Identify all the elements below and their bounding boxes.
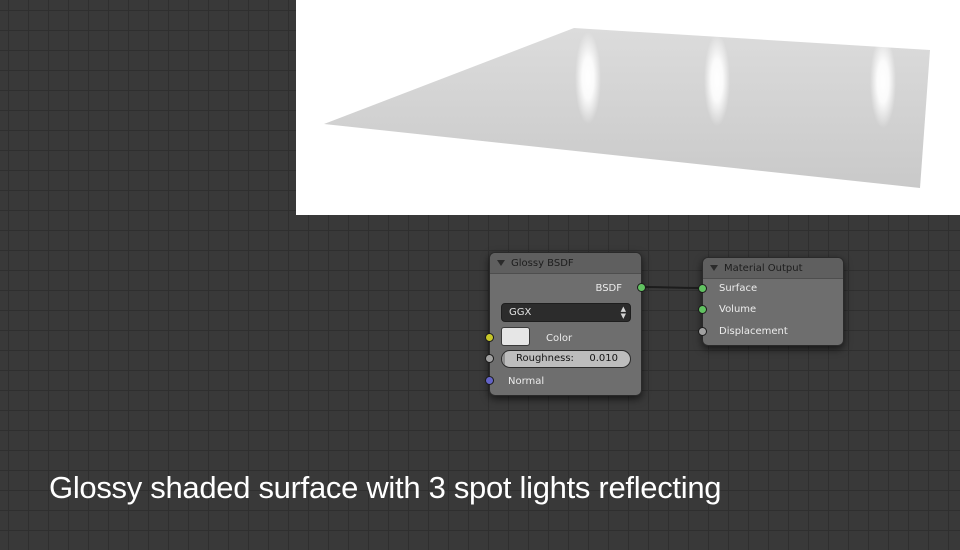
distribution-value: GGX (509, 307, 532, 318)
node-title: Glossy BSDF (511, 257, 574, 269)
surface-input-socket[interactable] (698, 284, 707, 293)
triangle-down-icon[interactable] (497, 260, 505, 266)
caption-text: Glossy shaded surface with 3 spot lights… (49, 470, 722, 505)
normal-input-socket[interactable] (485, 376, 494, 385)
spot-light-reflection (704, 34, 730, 126)
volume-input-socket[interactable] (698, 305, 707, 314)
displacement-input-socket[interactable] (698, 327, 707, 336)
render-image (324, 28, 930, 188)
node-title: Material Output (724, 262, 803, 274)
color-swatch[interactable] (501, 327, 530, 346)
spot-light-reflection (870, 36, 896, 128)
displacement-label: Displacement (719, 326, 788, 337)
node-header[interactable]: Material Output (703, 258, 843, 279)
glossy-bsdf-node[interactable]: Glossy BSDF BSDF GGX ▲ ▼ Color Roughness:… (485, 252, 646, 396)
roughness-slider-fill (502, 351, 505, 367)
updown-arrows-icon: ▲ ▼ (620, 305, 626, 320)
bsdf-output-label: BSDF (595, 283, 622, 294)
triangle-down-icon[interactable] (710, 265, 718, 271)
color-label: Color (546, 333, 573, 344)
color-input-socket[interactable] (485, 333, 494, 342)
node-header[interactable]: Glossy BSDF (490, 253, 641, 274)
roughness-label: Roughness: (516, 353, 574, 364)
surface-label: Surface (719, 283, 758, 294)
spot-light-reflection (575, 32, 601, 124)
roughness-value: 0.010 (589, 353, 618, 364)
bsdf-output-socket[interactable] (637, 283, 646, 292)
material-output-node[interactable]: Material Output Surface Volume Displacem… (698, 257, 844, 346)
glossy-plane (324, 28, 930, 188)
distribution-dropdown[interactable]: GGX ▲ ▼ (501, 303, 631, 322)
volume-label: Volume (719, 304, 757, 315)
render-preview (296, 0, 960, 215)
normal-label: Normal (508, 376, 545, 387)
roughness-slider[interactable]: Roughness: 0.010 (501, 350, 631, 368)
roughness-input-socket[interactable] (485, 354, 494, 363)
